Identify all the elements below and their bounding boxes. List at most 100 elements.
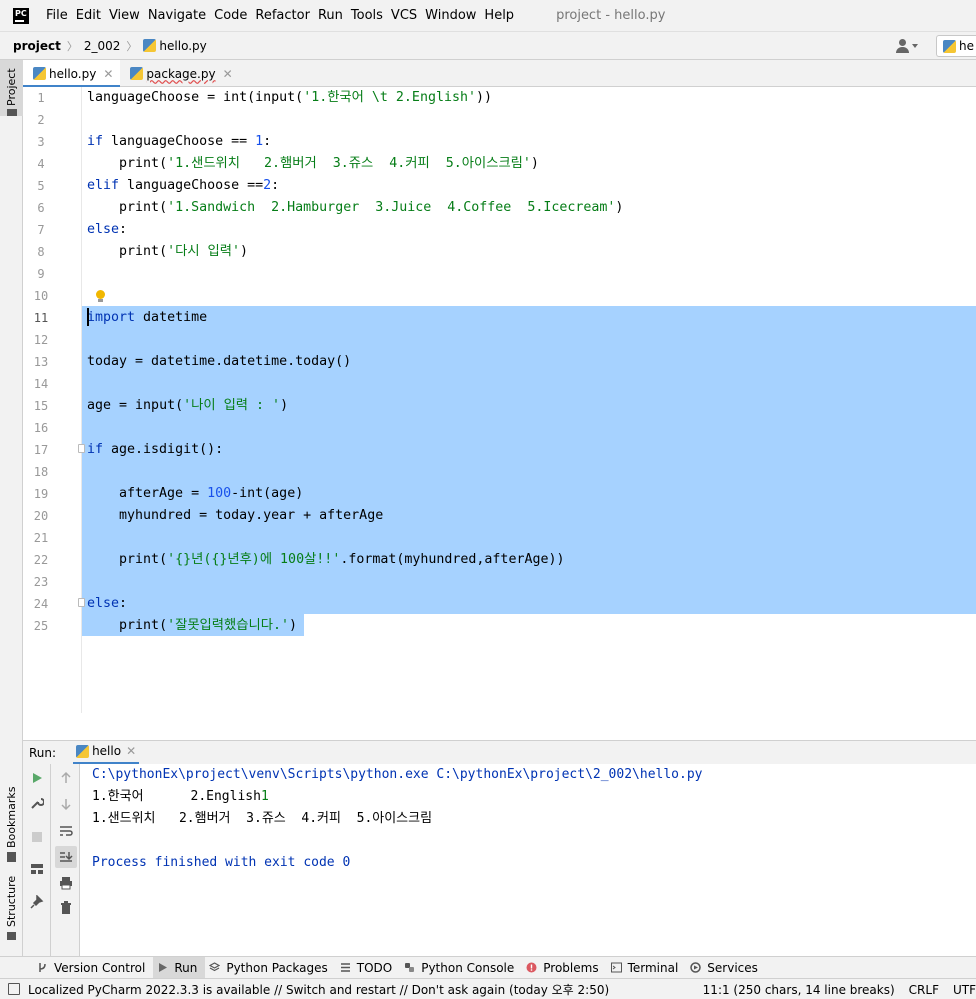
run-tab-label: hello xyxy=(92,744,122,758)
line-number: 6 xyxy=(37,201,45,215)
caret-position[interactable]: 11:1 (250 chars, 14 line breaks) xyxy=(703,983,895,997)
code-line: else: xyxy=(87,222,128,237)
structure-tool-label: Structure xyxy=(5,875,18,927)
code-line: if languageChoose == 1: xyxy=(87,134,272,149)
tool-tab-services[interactable]: Services xyxy=(686,957,766,979)
layers-icon xyxy=(209,962,221,972)
line-number: 18 xyxy=(33,465,49,479)
line-number: 4 xyxy=(37,157,45,171)
console-line: C:\pythonEx\project\venv\Scripts\python.… xyxy=(92,767,703,782)
status-message: Localized PyCharm 2022.3.3 is available … xyxy=(28,982,610,997)
run-configuration-selector[interactable]: he xyxy=(936,35,976,57)
tool-tab-todo[interactable]: TODO xyxy=(336,957,400,979)
run-tab-hello[interactable]: hello ✕ xyxy=(73,741,140,765)
branch-icon xyxy=(39,963,46,972)
code-line: afterAge = 100-int(age) xyxy=(87,486,304,501)
tool-tab-version-control[interactable]: Version Control xyxy=(33,957,153,979)
wrench-icon[interactable] xyxy=(30,796,44,810)
line-number: 24 xyxy=(33,597,49,611)
arrow-up-icon[interactable] xyxy=(59,771,73,785)
structure-tool-tab[interactable]: Structure xyxy=(0,875,23,955)
tool-tab-problems[interactable]: Problems xyxy=(522,957,606,979)
bookmarks-tool-tab[interactable]: Bookmarks xyxy=(0,780,23,862)
close-icon[interactable]: ✕ xyxy=(103,67,113,81)
error-icon xyxy=(526,962,537,973)
intention-bulb-icon[interactable] xyxy=(95,290,105,303)
python-file-icon xyxy=(943,39,956,53)
line-number: 13 xyxy=(33,355,49,369)
tool-tab-terminal[interactable]: Terminal xyxy=(607,957,687,979)
user-account-icon[interactable] xyxy=(896,38,918,54)
fold-marker-icon[interactable] xyxy=(78,598,85,607)
menu-window[interactable]: Window xyxy=(425,8,476,23)
editor-tab-label: hello.py xyxy=(49,66,97,81)
tool-tab-python-packages[interactable]: Python Packages xyxy=(205,957,335,979)
line-number: 11 xyxy=(33,311,49,325)
menu-bar: PC File Edit View Navigate Code Refactor… xyxy=(0,0,976,31)
scroll-to-end-button[interactable] xyxy=(55,846,77,868)
menu-help[interactable]: Help xyxy=(484,8,514,23)
run-panel-header: Run: hello ✕ xyxy=(23,740,976,765)
pin-icon[interactable] xyxy=(30,895,44,909)
update-notification[interactable]: Localized PyCharm 2022.3.3 is available … xyxy=(8,981,609,998)
menu-file[interactable]: File xyxy=(46,8,68,23)
bookmark-icon xyxy=(7,852,16,862)
breadcrumb-project[interactable]: project xyxy=(13,39,61,53)
toggle-tool-windows-icon[interactable] xyxy=(8,983,20,995)
console-exit-line: Process finished with exit code 0 xyxy=(92,855,351,870)
line-number: 25 xyxy=(33,619,49,633)
menu-run[interactable]: Run xyxy=(318,8,343,23)
stop-icon[interactable] xyxy=(30,830,44,844)
tool-tab-run[interactable]: Run xyxy=(153,956,206,979)
bookmarks-tool-label: Bookmarks xyxy=(5,786,18,848)
menu-vcs[interactable]: VCS xyxy=(391,8,417,23)
menu-tools[interactable]: Tools xyxy=(351,8,383,23)
soft-wrap-icon[interactable] xyxy=(59,824,73,838)
close-icon[interactable]: ✕ xyxy=(126,744,136,758)
structure-icon xyxy=(7,932,16,940)
menu-edit[interactable]: Edit xyxy=(76,8,101,23)
python-file-icon xyxy=(143,39,157,52)
tool-tab-label: Run xyxy=(174,960,198,975)
breadcrumb-separator-icon: 〉 xyxy=(126,39,138,53)
breadcrumb-folder[interactable]: 2_002 xyxy=(84,39,121,53)
tool-tab-label: TODO xyxy=(356,960,393,975)
code-line: print('1.샌드위치 2.햄버거 3.쥬스 4.커피 5.아이스크림') xyxy=(119,156,539,171)
fold-marker-icon[interactable] xyxy=(78,444,85,453)
run-toolbar-secondary xyxy=(51,764,80,956)
python-file-icon xyxy=(130,67,144,80)
project-tool-tab[interactable]: Project xyxy=(0,60,23,116)
file-encoding[interactable]: UTF xyxy=(953,983,976,997)
trash-icon[interactable] xyxy=(59,901,73,915)
breadcrumb-file[interactable]: hello.py xyxy=(159,39,206,53)
rerun-icon[interactable] xyxy=(30,771,44,785)
code-line: print('1.Sandwich 2.Hamburger 3.Juice 4.… xyxy=(119,200,624,215)
code-editor[interactable]: 1 languageChoose = int(input('1.한국어 \t 2.… xyxy=(23,87,976,713)
line-number: 19 xyxy=(33,487,49,501)
navigation-bar: project 〉 2_002 〉 hello.py he xyxy=(0,31,976,60)
line-ending[interactable]: CRLF xyxy=(909,983,939,997)
close-icon[interactable]: ✕ xyxy=(223,67,233,81)
status-bar: Localized PyCharm 2022.3.3 is available … xyxy=(0,978,976,999)
python-file-icon xyxy=(33,67,46,80)
run-console[interactable]: C:\pythonEx\project\venv\Scripts\python.… xyxy=(80,764,976,956)
print-icon[interactable] xyxy=(59,876,73,890)
line-number: 2 xyxy=(37,113,45,127)
editor-tab-package[interactable]: package.py ✕ xyxy=(120,60,239,87)
code-line: age = input('나이 입력 : ') xyxy=(87,398,289,413)
tool-tab-label: Python Console xyxy=(421,960,515,975)
tool-tab-label: Terminal xyxy=(627,960,679,975)
code-line: print('{}년({}년후)에 100살!!'.format(myhundr… xyxy=(119,552,565,567)
tool-tab-python-console[interactable]: Python Console xyxy=(400,957,522,979)
editor-tab-hello[interactable]: hello.py ✕ xyxy=(23,60,121,88)
layout-icon[interactable] xyxy=(30,862,44,876)
line-number: 22 xyxy=(33,553,49,567)
code-line: if age.isdigit(): xyxy=(87,442,224,457)
menu-refactor[interactable]: Refactor xyxy=(255,8,310,23)
menu-code[interactable]: Code xyxy=(214,8,247,23)
menu-view[interactable]: View xyxy=(109,8,140,23)
pycharm-logo-icon: PC xyxy=(13,7,29,24)
menu-navigate[interactable]: Navigate xyxy=(148,8,206,23)
arrow-down-icon[interactable] xyxy=(59,797,73,811)
code-line: today = datetime.datetime.today() xyxy=(87,354,352,369)
